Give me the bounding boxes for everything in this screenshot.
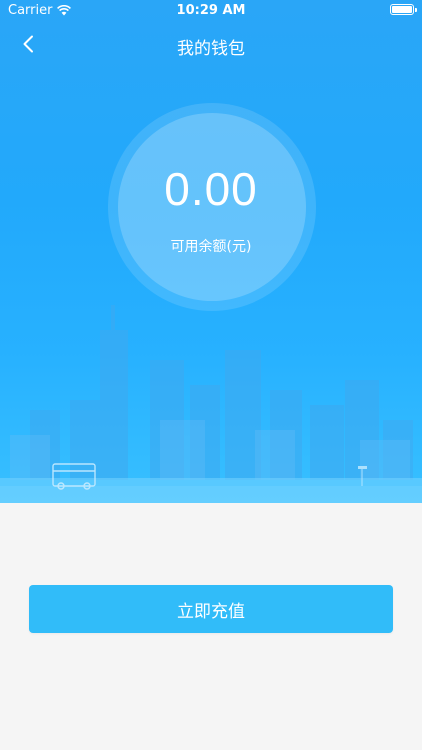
wallet-header: Carrier 10:29 AM 我的钱包 0.00 可用余额(元) <box>0 0 422 503</box>
nav-bar: 我的钱包 <box>0 22 422 66</box>
balance-amount: 0.00 <box>164 163 258 215</box>
status-time: 10:29 AM <box>176 3 246 18</box>
battery-icon <box>390 4 417 15</box>
status-bar: Carrier 10:29 AM <box>0 0 422 22</box>
city-skyline-illustration <box>0 305 422 503</box>
balance-label: 可用余额(元) <box>170 239 252 255</box>
recharge-button[interactable]: 立即充值 <box>29 585 393 633</box>
page-title: 我的钱包 <box>177 39 245 59</box>
